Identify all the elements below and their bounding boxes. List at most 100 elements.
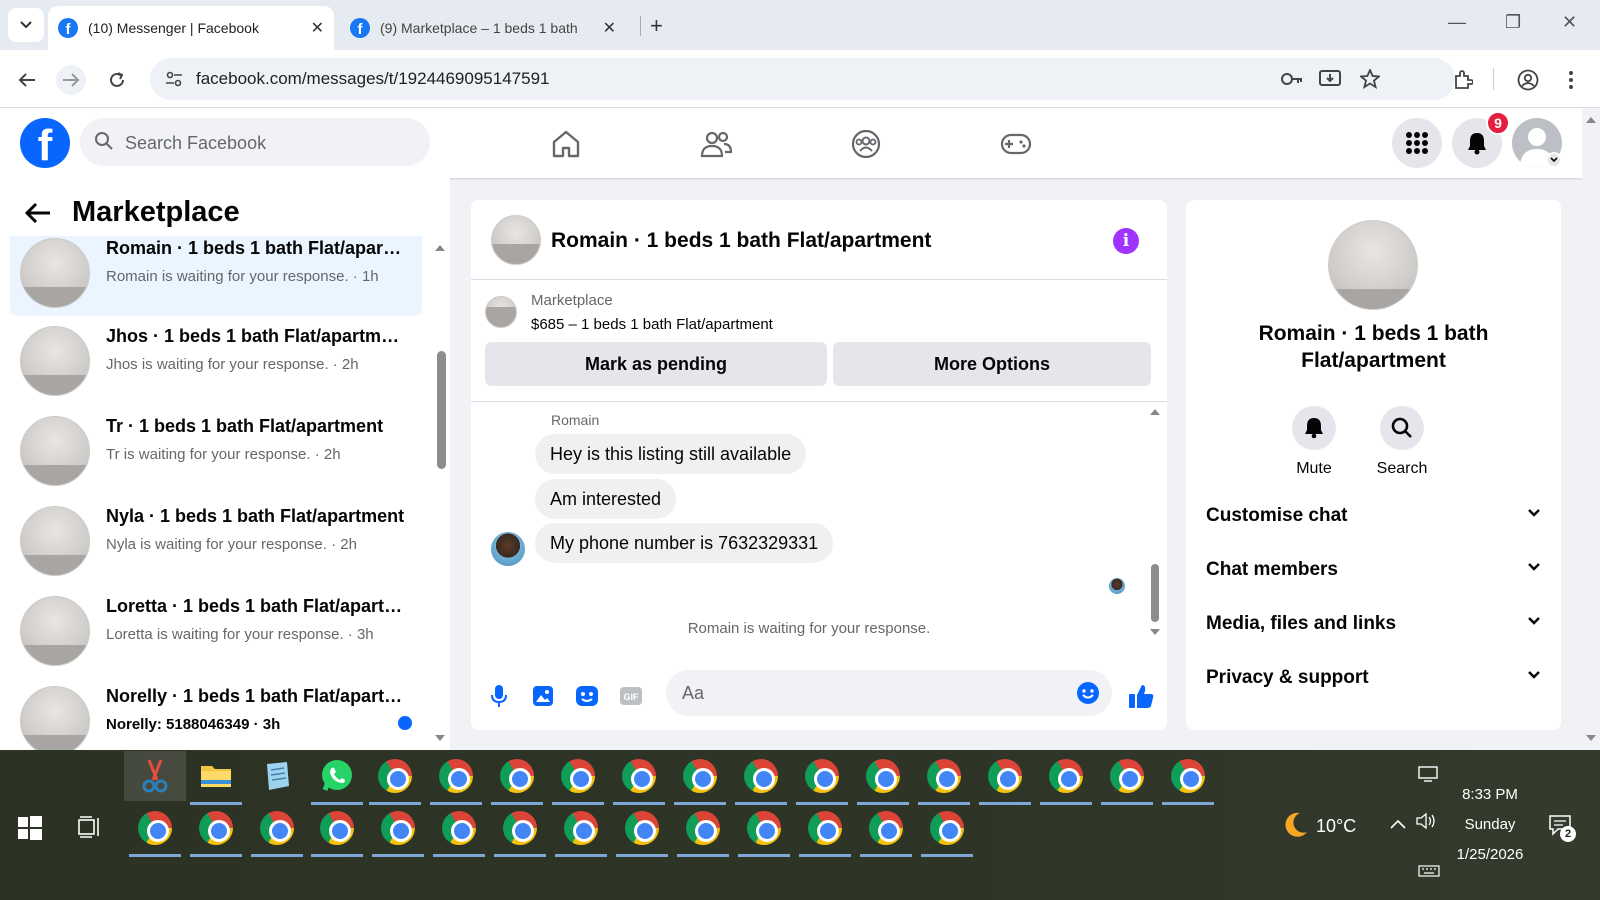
taskbar-chrome-profile[interactable] [738,808,790,857]
volume-button[interactable] [1415,812,1437,835]
clock-day[interactable]: Sunday [1450,816,1530,833]
taskbar-chrome-profile[interactable] [372,808,424,857]
conversation-item[interactable]: Tr · 1 beds 1 bath Flat/apartment Tr is … [10,406,422,494]
nav-home[interactable] [548,126,584,162]
message-bubble[interactable]: My phone number is 7632329331 [535,523,834,563]
scroll-down-arrow-icon[interactable] [1149,628,1161,636]
restore-button[interactable]: ❐ [1505,12,1521,33]
customise-chat-section[interactable]: Customise chat [1206,496,1541,536]
close-tab-icon[interactable]: ✕ [311,18,324,38]
chat-members-section[interactable]: Chat members [1206,550,1541,590]
listing-photo[interactable] [491,215,541,265]
gif-icon[interactable]: GIF [617,682,645,710]
clock-date[interactable]: 1/25/2026 [1450,846,1530,863]
scroll-up-arrow-icon[interactable] [1149,408,1161,416]
site-settings-icon[interactable] [162,68,186,90]
task-view-button[interactable] [78,816,102,843]
minimize-button[interactable]: — [1448,12,1466,33]
taskbar-chrome-profile[interactable] [552,756,604,805]
taskbar-chrome-profile[interactable] [799,808,851,857]
conversation-item[interactable]: Romain · 1 beds 1 bath Flat/apartment Ro… [10,236,422,316]
scroll-down-arrow-icon[interactable] [1585,734,1597,742]
taskbar-chrome-profile[interactable] [616,808,668,857]
taskbar-chrome-profile[interactable] [555,808,607,857]
taskbar-chrome-profile[interactable] [369,756,421,805]
account-chevron-icon[interactable] [1546,152,1562,168]
message-bubble[interactable]: Am interested [535,479,677,519]
mark-as-pending-button[interactable]: Mark as pending [485,342,827,386]
message-input[interactable]: Aa [666,670,1112,716]
bookmark-star-icon[interactable] [1358,68,1382,90]
new-tab-button[interactable]: + [650,13,663,39]
voice-clip-icon[interactable] [485,682,513,710]
facebook-logo[interactable]: f [20,118,70,168]
input-indicator[interactable] [1418,864,1440,883]
listing-photo-large[interactable] [1328,220,1418,310]
listing-price[interactable]: $685 – 1 beds 1 bath Flat/apartment [531,316,773,333]
taskbar-chrome-profile[interactable] [491,756,543,805]
taskbar-chrome-profile[interactable] [190,808,242,857]
browser-menu-button[interactable] [1556,65,1586,95]
conversation-item[interactable]: Nyla · 1 beds 1 bath Flat/apartment Nyla… [10,496,422,584]
message-bubble[interactable]: Hey is this listing still available [535,434,807,474]
profile-button[interactable] [1513,65,1543,95]
taskbar-chrome-profile[interactable] [921,808,973,857]
address-bar[interactable]: facebook.com/messages/t/1924469095147591 [150,58,1455,100]
conversation-info-icon[interactable]: i [1113,228,1139,254]
nav-friends[interactable] [698,126,734,162]
taskbar-chrome-profile[interactable] [674,756,726,805]
taskbar-app-snipping-tool[interactable] [135,756,175,796]
password-key-icon[interactable] [1280,68,1304,90]
tab-marketplace[interactable]: f (9) Marketplace – 1 beds 1 bath ✕ [340,6,626,50]
taskbar-chrome-profile[interactable] [796,756,848,805]
taskbar-app-whatsapp[interactable] [311,756,363,805]
back-arrow-icon[interactable] [24,201,52,225]
taskbar-chrome-profile[interactable] [979,756,1031,805]
scroll-up-arrow-icon[interactable] [434,244,446,252]
forward-button[interactable] [56,65,86,95]
more-options-button[interactable]: More Options [833,342,1151,386]
mute-button[interactable]: Mute [1274,406,1354,478]
media-files-links-section[interactable]: Media, files and links [1206,604,1541,644]
tab-messenger[interactable]: f (10) Messenger | Facebook ✕ [48,6,334,50]
nav-groups[interactable] [848,126,884,162]
emoji-icon[interactable] [1076,681,1100,705]
back-button[interactable] [12,65,42,95]
show-hidden-icons-button[interactable] [1390,816,1406,834]
install-app-icon[interactable] [1318,68,1342,90]
taskbar-chrome-profile[interactable] [251,808,303,857]
taskbar-chrome-profile[interactable] [1101,756,1153,805]
taskbar-app-notes[interactable] [257,756,297,796]
scroll-down-arrow-icon[interactable] [434,734,446,742]
start-button[interactable] [18,816,42,845]
close-tab-icon[interactable]: ✕ [603,18,616,38]
search-in-conversation-button[interactable]: Search [1362,406,1442,478]
reload-button[interactable] [102,65,132,95]
taskbar-chrome-profile[interactable] [1162,756,1214,805]
extensions-button[interactable] [1448,65,1478,95]
conversation-item[interactable]: Norelly · 1 beds 1 bath Flat/apartment N… [10,676,422,750]
privacy-support-section[interactable]: Privacy & support [1206,658,1541,698]
tab-search-button[interactable] [8,8,44,42]
taskbar-chrome-profile[interactable] [613,756,665,805]
search-facebook-input[interactable]: Search Facebook [80,118,430,166]
attach-photo-icon[interactable] [529,682,557,710]
taskbar-chrome-profile[interactable] [1040,756,1092,805]
taskbar-chrome-profile[interactable] [677,808,729,857]
notification-center-button[interactable]: 2 [1548,814,1576,842]
thumbs-up-icon[interactable] [1127,682,1155,710]
taskbar-chrome-profile[interactable] [311,808,363,857]
conversation-item[interactable]: Loretta · 1 beds 1 bath Flat/apartment L… [10,586,422,674]
menu-button[interactable] [1392,118,1442,168]
taskbar-chrome-profile[interactable] [735,756,787,805]
display-tray-icon[interactable] [1418,766,1438,787]
taskbar-chrome-profile[interactable] [494,808,546,857]
page-scrollbar[interactable] [1582,108,1600,750]
chat-title[interactable]: Romain · 1 beds 1 bath Flat/apartment [551,229,931,253]
close-window-button[interactable]: ✕ [1562,12,1577,33]
sticker-icon[interactable] [573,682,601,710]
taskbar-chrome-profile[interactable] [918,756,970,805]
listing-thumbnail[interactable] [485,296,517,328]
taskbar-chrome-profile[interactable] [430,756,482,805]
conversation-item[interactable]: Jhos · 1 beds 1 bath Flat/apartment Jhos… [10,316,422,404]
